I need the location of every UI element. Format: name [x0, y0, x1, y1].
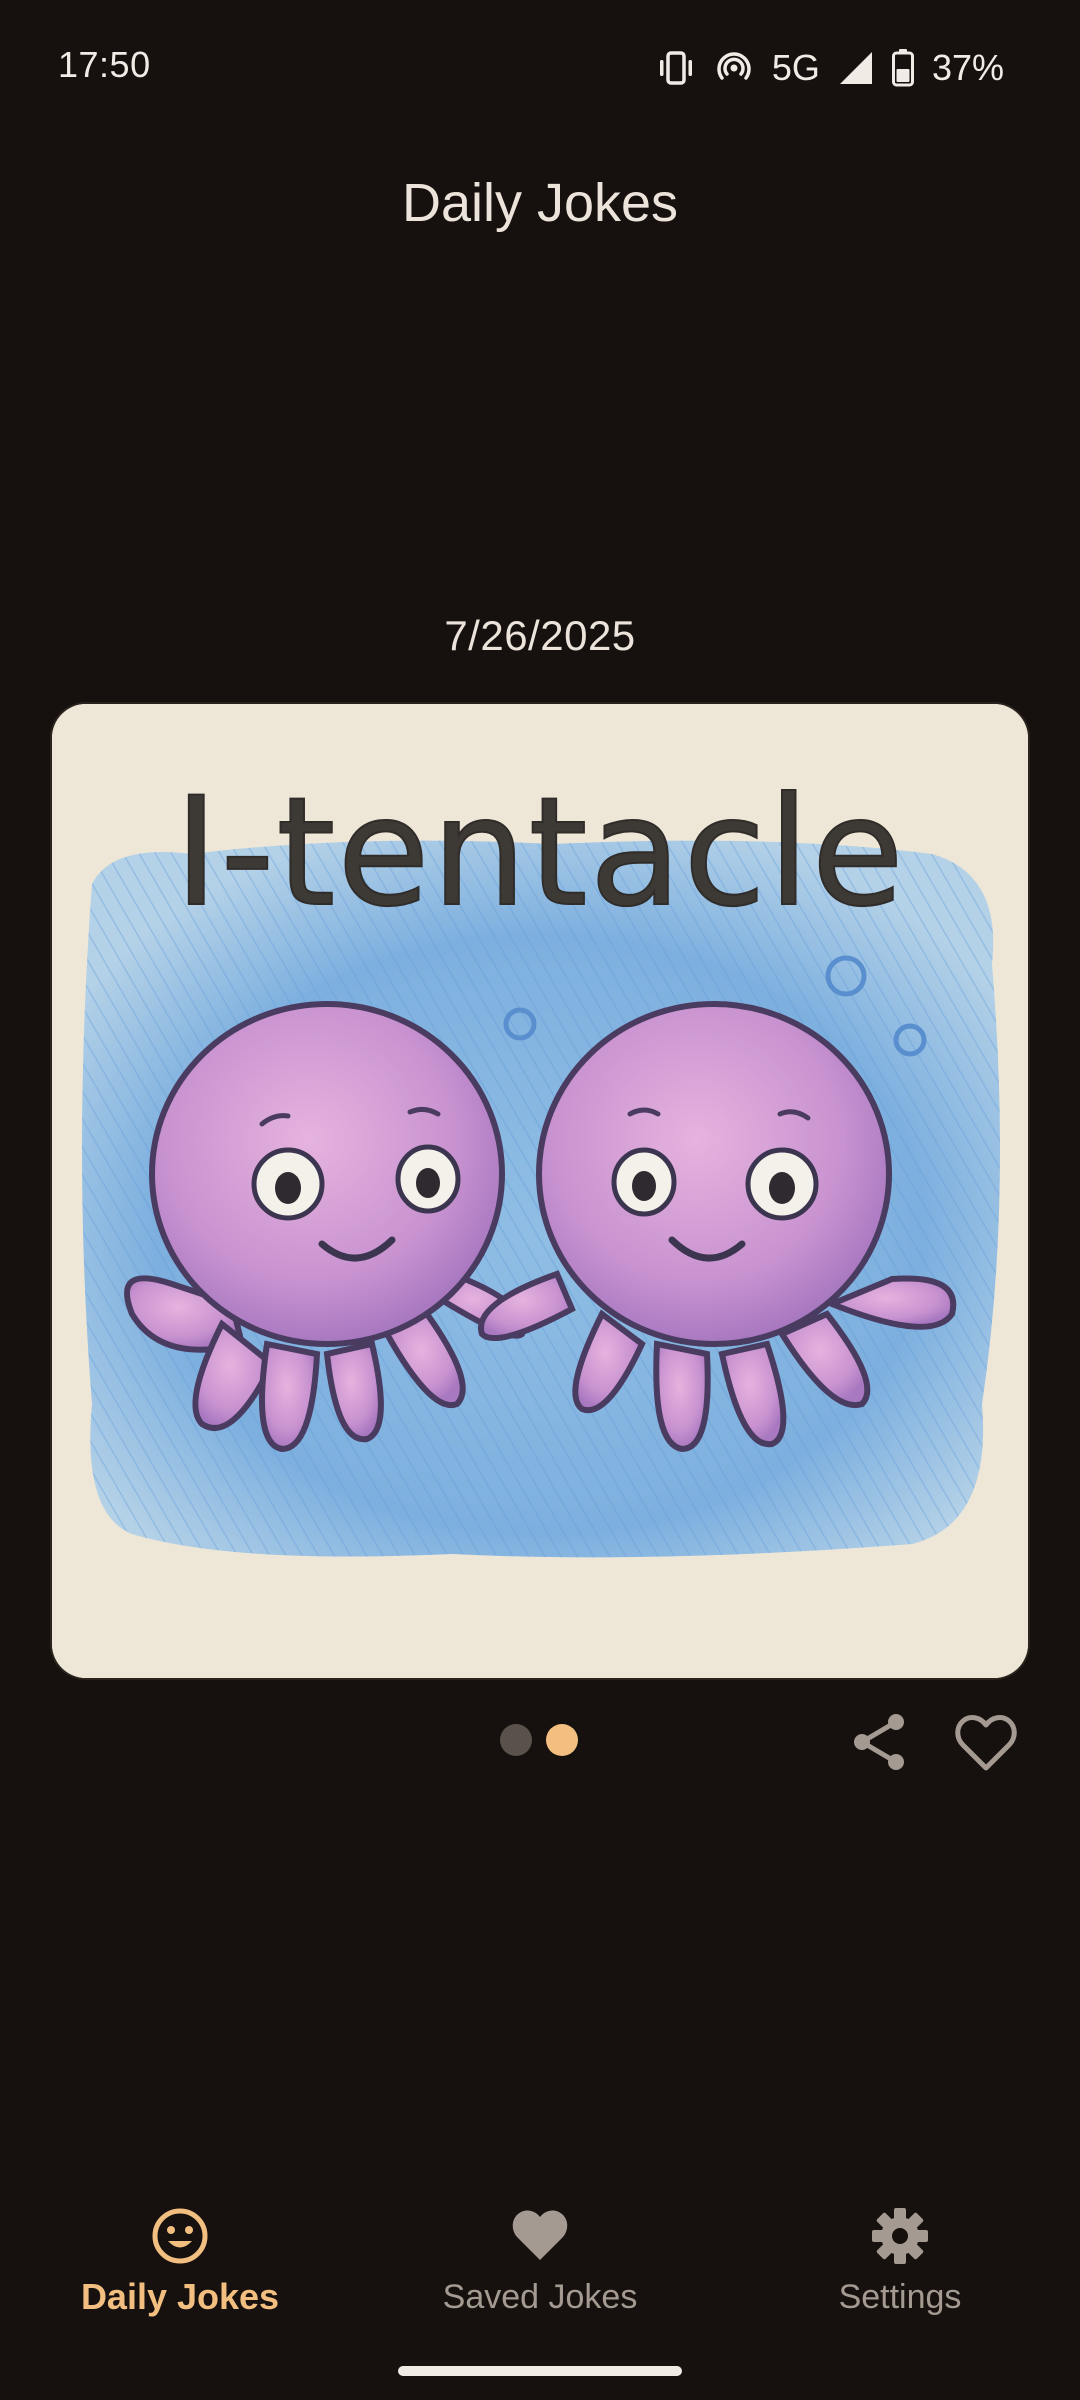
favorite-button[interactable]: [954, 1714, 1018, 1774]
battery-level: 37%: [931, 47, 1004, 88]
signal-icon: [838, 50, 874, 86]
network-type: 5G: [771, 47, 820, 88]
joke-date: 7/26/2025: [444, 612, 636, 659]
smiley-icon: [152, 2208, 208, 2264]
nav-item-daily-jokes[interactable]: Daily Jokes: [0, 2180, 360, 2330]
screen: 17:50 5G 37% Daily Jokes 7/26/2025 I-ten…: [0, 0, 1080, 2400]
battery-icon: [891, 49, 914, 87]
joke-illustration: I-tentacle: [52, 704, 1028, 1678]
page-indicator: [500, 1724, 578, 1756]
page-dot[interactable]: [500, 1724, 532, 1756]
nav-label-saved-jokes: Saved Jokes: [442, 2278, 638, 2316]
status-bar: 17:50 5G 37%: [0, 0, 1080, 134]
status-time: 17:50: [58, 44, 151, 85]
page-dot-active[interactable]: [546, 1724, 578, 1756]
joke-image-card[interactable]: I-tentacle: [52, 704, 1028, 1678]
share-icon: [854, 1714, 904, 1770]
status-icons: 5G 37%: [656, 44, 1004, 92]
nav-item-settings[interactable]: Settings: [720, 2180, 1080, 2330]
bottom-navigation: Daily Jokes Saved Jokes Settings: [0, 2180, 1080, 2360]
nav-label-daily-jokes: Daily Jokes: [80, 2276, 280, 2317]
page-title: Daily Jokes: [401, 173, 679, 233]
heart-outline-icon: [955, 1715, 1017, 1771]
vibrate-icon: [656, 50, 696, 86]
home-indicator[interactable]: [398, 2366, 682, 2376]
gear-icon: [872, 2208, 928, 2264]
nav-item-saved-jokes[interactable]: Saved Jokes: [360, 2180, 720, 2330]
hotspot-icon: [714, 48, 754, 88]
joke-image-text: I-tentacle: [174, 766, 906, 940]
share-button[interactable]: [850, 1712, 910, 1772]
heart-icon: [512, 2210, 568, 2260]
nav-label-settings: Settings: [838, 2278, 962, 2316]
